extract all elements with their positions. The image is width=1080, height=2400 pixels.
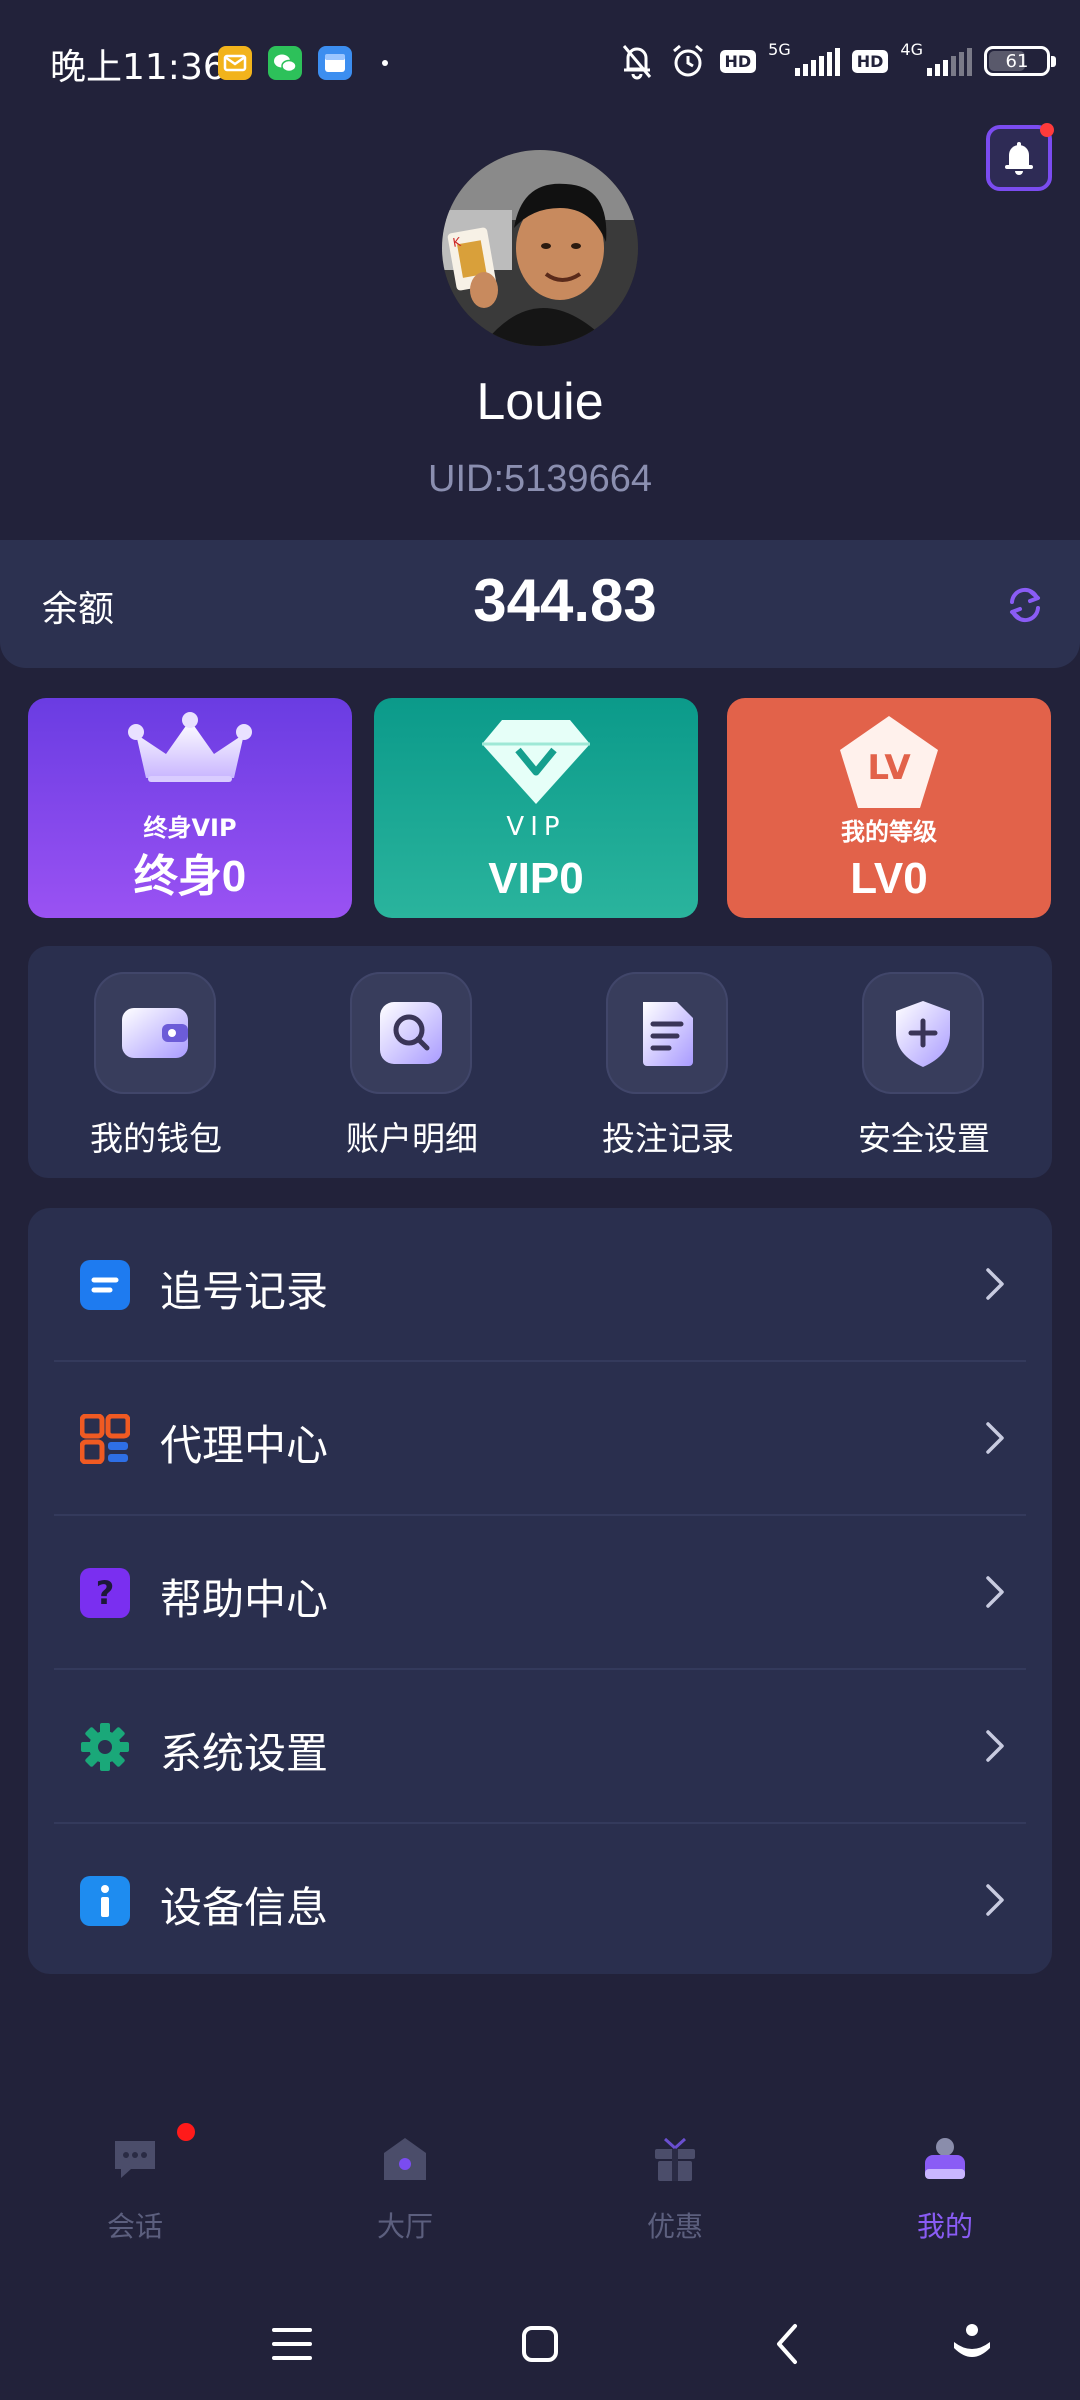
avatar[interactable]: K: [442, 150, 638, 346]
menu-item-system-settings[interactable]: 系统设置: [28, 1670, 1052, 1824]
square-icon: [522, 2326, 558, 2362]
system-navigation-bar: [0, 2290, 1080, 2400]
tab-bar: 会话 大厅 优惠 我的: [0, 2095, 1080, 2245]
security-settings-label: 安全设置: [858, 1119, 990, 1158]
menu-item-label: 帮助中心: [160, 1575, 329, 1624]
account-details-button[interactable]: 账户明细: [284, 972, 540, 1172]
battery-level: 61: [1005, 50, 1029, 72]
bet-records-button[interactable]: 投注记录: [540, 972, 796, 1172]
bell-icon: [1005, 142, 1033, 175]
gear-icon: [80, 1722, 130, 1772]
chat-icon: [115, 2141, 155, 2178]
account-details-label: 账户明细: [346, 1119, 478, 1158]
search-icon: [350, 972, 472, 1094]
lifetime-vip-emblem-text: 终身VIP: [143, 814, 237, 842]
user-id: UID:5139664: [428, 458, 652, 500]
bet-records-label: 投注记录: [602, 1119, 734, 1158]
tab-label: 会话: [106, 2210, 163, 2243]
vip-level-card[interactable]: VIP VIP0: [374, 698, 698, 918]
assistant-icon: [954, 2324, 990, 2357]
list-icon: [80, 1260, 130, 1310]
tab-label: 我的: [916, 2210, 973, 2243]
tab-label: 优惠: [646, 2210, 703, 2243]
wallet-button[interactable]: 我的钱包: [28, 972, 284, 1172]
assistant-button[interactable]: [942, 2314, 1002, 2374]
level-badge-text: LV: [867, 748, 911, 788]
menu-list: 追号记录 代理中心 ? 帮助中心 系统设置 设备信息: [28, 1208, 1052, 1974]
username: Louie: [476, 373, 604, 431]
menu-item-label: 设备信息: [160, 1883, 329, 1932]
hd-badge: HD: [851, 49, 889, 73]
chevron-right-icon: [986, 1730, 1004, 1762]
tab-lobby[interactable]: 大厅: [295, 2095, 515, 2245]
chevron-right-icon: [986, 1422, 1004, 1454]
menu-item-label: 追号记录: [160, 1267, 329, 1316]
mail-app-icon: [218, 46, 252, 80]
diamond-icon: [482, 720, 590, 804]
balance-bar: 余额 344.83: [0, 540, 1080, 668]
lifetime-vip-card[interactable]: 终身VIP 终身0: [28, 698, 352, 918]
bell-mute-icon: [622, 45, 651, 80]
menu-item-chase-records[interactable]: 追号记录: [28, 1208, 1052, 1362]
wallet-label: 我的钱包: [90, 1119, 222, 1158]
profile-icon: [925, 2138, 965, 2179]
notification-dot: [1040, 123, 1054, 137]
tab-label: 大厅: [376, 2210, 433, 2243]
chat-badge-dot: [177, 2123, 195, 2141]
wallet-icon: [94, 972, 216, 1094]
grid-icon: [80, 1414, 130, 1464]
menu-item-label: 代理中心: [160, 1421, 329, 1470]
tab-mine[interactable]: 我的: [835, 2095, 1055, 2245]
chevron-right-icon: [986, 1884, 1004, 1916]
crown-icon: [128, 712, 252, 782]
tab-chat[interactable]: 会话: [25, 2095, 245, 2245]
notification-button[interactable]: [986, 123, 1054, 191]
network-5g-label: 5G: [768, 39, 791, 59]
vip-level-value: VIP0: [488, 854, 584, 903]
vip-emblem-text: VIP: [506, 812, 566, 842]
level-value: LV0: [850, 854, 928, 903]
menu-item-help-center[interactable]: ? 帮助中心: [28, 1516, 1052, 1670]
status-time: 晚上11:36: [50, 47, 226, 88]
home-icon: [384, 2138, 426, 2180]
tab-promotions[interactable]: 优惠: [565, 2095, 785, 2245]
menu-item-device-info[interactable]: 设备信息: [28, 1824, 1052, 1978]
alarm-icon: [672, 44, 703, 77]
home-button[interactable]: [510, 2314, 570, 2374]
wechat-icon: [268, 46, 302, 80]
battery-icon: 61: [984, 46, 1056, 76]
signal-icon: [927, 46, 972, 76]
level-card[interactable]: LV 我的等级 LV0: [727, 698, 1051, 918]
question-icon: ?: [80, 1568, 130, 1618]
security-settings-button[interactable]: 安全设置: [796, 972, 1052, 1172]
balance-value: 344.83: [473, 567, 657, 634]
back-button[interactable]: [758, 2314, 818, 2374]
lifetime-vip-value: 终身0: [133, 852, 247, 901]
network-4g-label: 4G: [900, 39, 923, 59]
calendar-app-icon: [318, 46, 352, 80]
recent-apps-button[interactable]: [262, 2314, 322, 2374]
chevron-right-icon: [986, 1576, 1004, 1608]
quick-actions-panel: 我的钱包 账户明细 投注记录 安全设置: [28, 946, 1052, 1178]
info-icon: [80, 1876, 130, 1926]
menu-item-agent-center[interactable]: 代理中心: [28, 1362, 1052, 1516]
chevron-right-icon: [986, 1268, 1004, 1300]
status-bar: 晚上11:36 HD 5G HD 4G 61: [0, 0, 1080, 120]
back-arrow-icon: [777, 2324, 797, 2364]
refresh-icon[interactable]: [1000, 580, 1050, 630]
document-icon: [606, 972, 728, 1094]
hd-badge: HD: [719, 49, 757, 73]
shield-icon: [862, 972, 984, 1094]
gift-icon: [655, 2137, 695, 2181]
level-emblem-text: 我的等级: [841, 818, 937, 846]
signal-icon: [794, 46, 840, 76]
dot-icon: [382, 60, 388, 66]
menu-icon: [272, 2328, 312, 2360]
svg-text:?: ?: [96, 1574, 115, 1612]
menu-item-label: 系统设置: [160, 1729, 329, 1778]
